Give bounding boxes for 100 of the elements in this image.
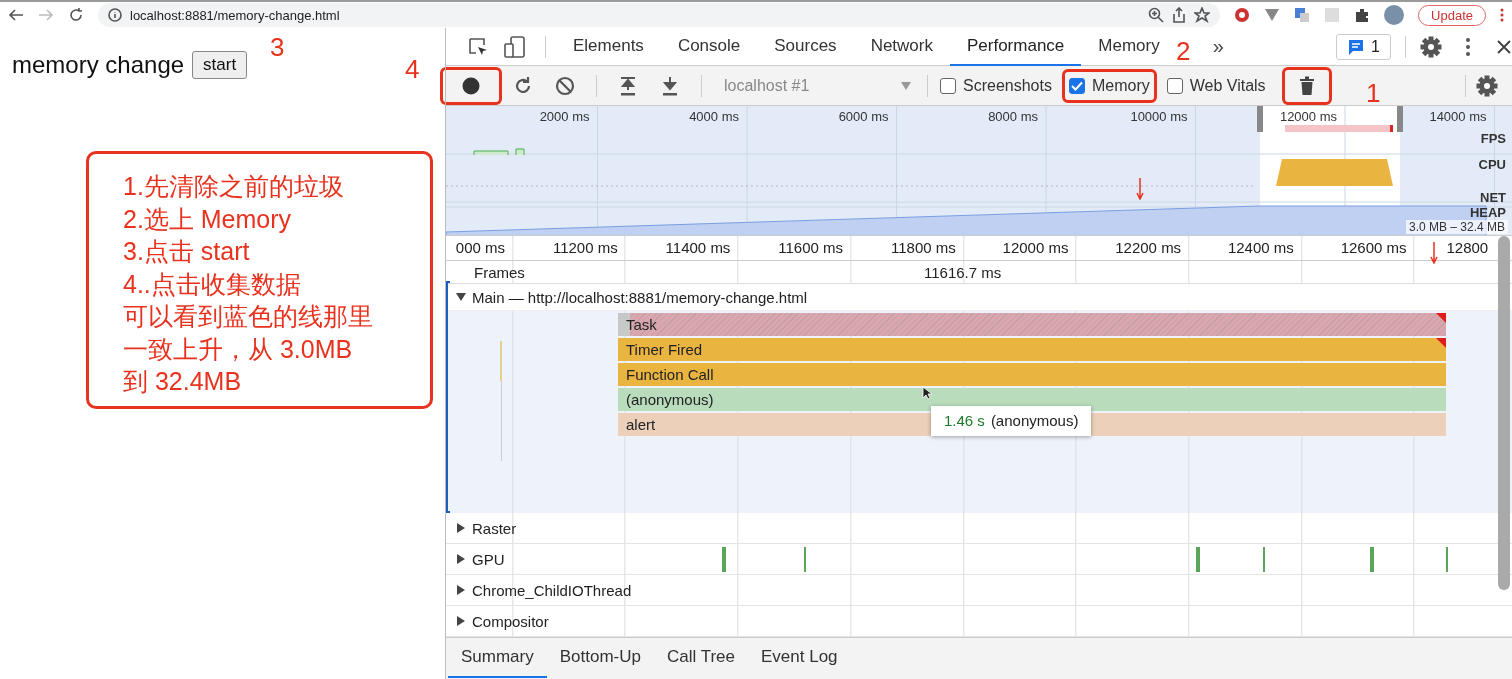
check-icon	[1070, 80, 1083, 91]
expand-icon[interactable]	[456, 616, 466, 626]
update-button[interactable]: Update	[1418, 4, 1486, 26]
time-tick: 6000 ms	[838, 109, 889, 124]
devtools-tab[interactable]: Memory	[1081, 27, 1177, 66]
checkbox[interactable]	[1068, 77, 1085, 94]
time-tick: 12400 ms	[1227, 239, 1294, 256]
option-checkbox[interactable]: Screenshots	[936, 68, 1056, 103]
devtools-tab[interactable]: Console	[660, 27, 758, 66]
thread-label[interactable]: Main — http://localhost:8881/memory-change.html	[472, 288, 808, 306]
time-tick: 12000 ms	[1002, 239, 1069, 256]
checkbox[interactable]	[940, 77, 956, 94]
flame-event[interactable]: (anonymous)	[618, 388, 1446, 411]
arrow-icon	[1430, 242, 1438, 264]
clear-icon	[555, 75, 575, 96]
thread-label[interactable]: Compositor	[472, 612, 549, 630]
track-label: CPU	[1478, 157, 1506, 172]
track-label: HEAP	[1469, 205, 1506, 220]
record-icon	[462, 76, 480, 95]
step-number: 2	[1176, 38, 1191, 64]
note-text: 3.点击 start	[123, 236, 251, 267]
puzzle-icon[interactable]	[1354, 7, 1371, 23]
thread-label[interactable]: Raster	[472, 519, 517, 537]
issues-count: 1	[1371, 37, 1380, 56]
issues-badge[interactable]: 1	[1336, 33, 1391, 60]
time-tick: 14000 ms	[1429, 109, 1487, 124]
option-checkbox[interactable]: Memory	[1061, 68, 1157, 103]
flame-event[interactable]: Task	[618, 313, 1446, 336]
caret-icon	[901, 81, 911, 90]
scrollbar[interactable]	[1498, 236, 1510, 590]
time-tick: 12600 ms	[1340, 239, 1407, 256]
back-icon[interactable]	[8, 8, 24, 22]
devtools-tab[interactable]: Elements	[556, 27, 661, 66]
close-icon[interactable]	[1496, 38, 1512, 55]
note-text: 1.先清除之前的垃圾	[123, 171, 345, 202]
option-checkbox[interactable]: Web Vitals	[1162, 68, 1270, 103]
time-tick: 8000 ms	[988, 109, 1038, 124]
warning-corner-icon	[1436, 313, 1446, 323]
upload-icon	[619, 75, 637, 96]
tooltip-name: (anonymous)	[990, 412, 1079, 429]
more-icon[interactable]	[1466, 37, 1470, 56]
trash-icon	[1298, 75, 1315, 96]
step-number: 4	[405, 56, 420, 82]
time-tick: 11800 ms	[891, 239, 956, 256]
start-button[interactable]: start	[192, 51, 248, 79]
cursor-icon	[922, 386, 932, 400]
settings-icon[interactable]	[1420, 35, 1442, 58]
reload-icon[interactable]	[68, 7, 84, 23]
devtools-tab[interactable]: Sources	[757, 27, 854, 66]
time-tick: 12800	[1446, 239, 1489, 256]
garbage-collect-button[interactable]	[1281, 66, 1332, 105]
expand-icon[interactable]	[456, 523, 466, 533]
flame-event[interactable]: Timer Fired	[618, 338, 1446, 361]
step-number: 1	[1366, 80, 1381, 106]
note-text: 一致上升，从 3.0MB	[123, 333, 354, 365]
address-bar[interactable]: localhost:8881/memory-change.html	[98, 3, 1221, 27]
flame-event[interactable]: Function Call	[618, 363, 1446, 386]
thread-label[interactable]: GPU	[472, 550, 505, 568]
record-button[interactable]	[440, 66, 502, 105]
details-tab[interactable]: Call Tree	[654, 638, 748, 678]
device-icon	[503, 34, 527, 59]
tooltip-duration: 1.46 s	[944, 412, 985, 429]
collapse-icon[interactable]	[456, 292, 466, 303]
details-tab[interactable]: Summary	[448, 638, 547, 678]
track-label: FPS	[1480, 131, 1506, 146]
thread-label[interactable]: Chrome_ChildIOThread	[472, 581, 632, 599]
time-tick: 11600 ms	[778, 239, 844, 256]
avatar-icon[interactable]	[1384, 5, 1405, 25]
track-label: NET	[1480, 190, 1506, 205]
checkbox[interactable]	[1166, 77, 1183, 94]
more-tabs-button[interactable]: »	[1212, 35, 1224, 58]
frame-duration: 11616.7 ms	[924, 263, 1002, 281]
settings-icon[interactable]	[1476, 74, 1498, 97]
note-text: 到 32.4MB	[123, 366, 243, 397]
page-heading: memory change	[12, 51, 185, 79]
details-tab[interactable]: Event Log	[748, 638, 851, 678]
fps-graph	[473, 148, 525, 156]
time-tick: 11400 ms	[665, 239, 731, 256]
share-icon[interactable]	[1172, 7, 1187, 23]
arrow-icon	[1136, 178, 1144, 200]
note-text: 可以看到蓝色的线那里	[123, 301, 374, 332]
expand-icon[interactable]	[456, 585, 466, 595]
devtools-tab[interactable]: Network	[853, 27, 950, 66]
time-tick: 11200 ms	[552, 239, 618, 256]
details-tab[interactable]: Bottom-Up	[546, 638, 654, 678]
zoom-icon[interactable]	[1148, 7, 1165, 23]
more-icon[interactable]	[1500, 8, 1504, 22]
download-icon	[661, 75, 679, 96]
time-tick: 12000 ms	[1279, 109, 1337, 124]
time-tick: 2000 ms	[539, 109, 590, 124]
heap-range: 3.0 MB – 32.4 MB	[1405, 220, 1508, 234]
warning-corner-icon	[1436, 338, 1446, 348]
time-tick: 12200 ms	[1115, 239, 1182, 256]
track-label: Frames	[473, 263, 526, 281]
selection-handle	[1257, 106, 1263, 132]
info-icon	[108, 8, 122, 22]
expand-icon[interactable]	[456, 554, 466, 564]
star-icon[interactable]	[1194, 7, 1211, 23]
reload-icon	[513, 75, 533, 96]
selection-handle	[1397, 106, 1403, 132]
